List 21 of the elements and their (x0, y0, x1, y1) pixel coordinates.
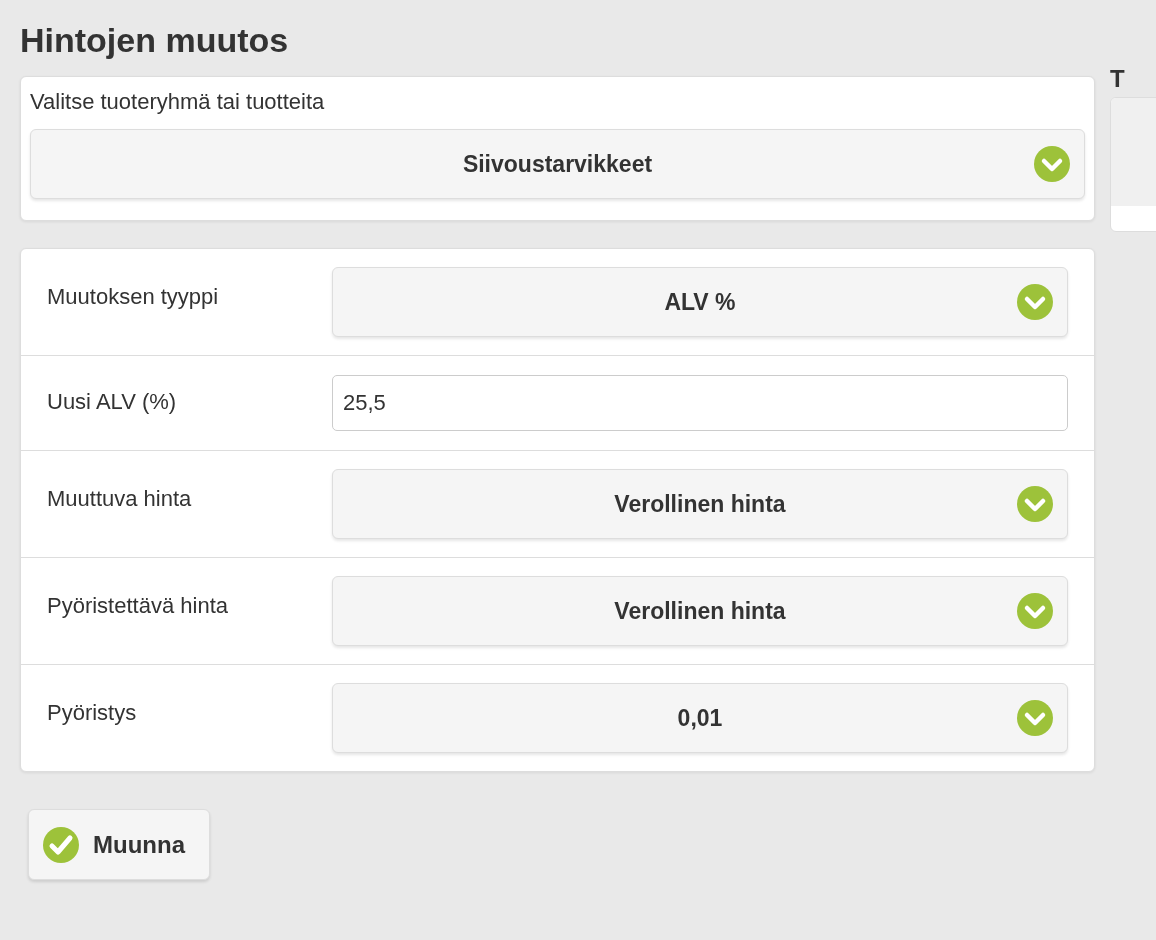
chevron-down-icon (1017, 486, 1053, 522)
dropdown-select[interactable]: Verollinen hinta (332, 576, 1068, 646)
check-icon (43, 826, 79, 863)
convert-button[interactable]: Muunna (28, 809, 210, 880)
field-label: Valitse tuoteryhmä tai tuotteita (30, 89, 326, 115)
dropdown-select[interactable]: Verollinen hinta (332, 469, 1068, 539)
field-label: Pyöristettävä hinta (47, 592, 229, 619)
page-title: Hintojen muutos (20, 20, 290, 61)
field-label: Muuttuva hinta (47, 485, 193, 512)
dropdown-select[interactable]: 0,01 (332, 683, 1068, 753)
product-group-select[interactable]: Siivoustarvikkeet (30, 129, 1085, 199)
field-label: Muutoksen tyyppi (47, 283, 220, 310)
section-title: T (1110, 64, 1126, 94)
chevron-down-icon (1017, 700, 1053, 736)
field-label: Pyöristys (47, 699, 138, 726)
input-field[interactable]: 25,5 (332, 375, 1068, 431)
chevron-down-icon (1017, 284, 1053, 320)
chevron-down-icon (1017, 593, 1053, 629)
chevron-down-icon (1034, 146, 1070, 182)
dropdown-select[interactable]: ALV % (332, 267, 1068, 337)
field-label: Uusi ALV (%) (47, 388, 178, 415)
